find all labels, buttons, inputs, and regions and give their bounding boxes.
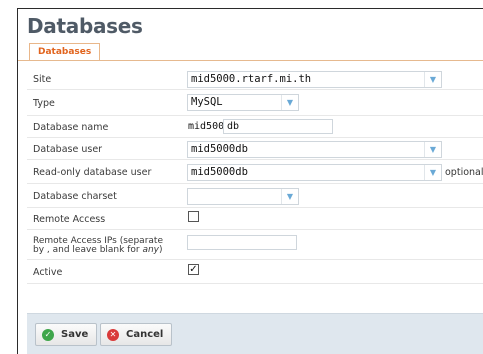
remote-ips-label: Remote Access IPs (separate by , and lea… <box>33 237 163 255</box>
remote-ips-label-line2: by , and leave blank for any) <box>33 246 163 255</box>
chevron-down-icon[interactable]: ▼ <box>281 189 298 204</box>
database-name-label: Database name <box>33 122 109 133</box>
remote-access-label: Remote Access <box>33 214 106 225</box>
save-button[interactable]: ✓ Save <box>35 323 98 346</box>
cancel-icon: ✕ <box>107 329 119 341</box>
form-row-database-user: Database user mid5000db ▼ <box>27 138 483 160</box>
form-row-type: Type MySQL ▼ <box>27 90 483 116</box>
remote-access-checkbox[interactable] <box>188 211 199 222</box>
save-button-label: Save <box>61 329 89 340</box>
database-user-label: Database user <box>33 144 103 155</box>
form-row-active: Active ✓ <box>27 260 483 284</box>
form-footer: ✓ Save ✕ Cancel <box>27 313 483 354</box>
active-checkbox[interactable]: ✓ <box>188 264 199 275</box>
readonly-user-value: mid5000db <box>191 166 248 178</box>
active-label: Active <box>33 267 63 278</box>
tab-underline <box>18 60 483 61</box>
form-row-remote-access: Remote Access <box>27 208 483 230</box>
site-label: Site <box>33 74 52 85</box>
readonly-user-label: Read-only database user <box>33 167 152 178</box>
chevron-down-icon[interactable]: ▼ <box>424 165 441 180</box>
form-row-database-name: Database name mid5000 db <box>27 116 483 138</box>
chevron-down-icon[interactable]: ▼ <box>424 142 441 157</box>
readonly-user-select[interactable]: mid5000db ▼ <box>187 164 442 181</box>
charset-label: Database charset <box>33 191 117 202</box>
remote-ips-input[interactable] <box>187 235 297 250</box>
database-user-value: mid5000db <box>191 143 248 155</box>
type-label: Type <box>33 98 55 109</box>
form-row-remote-ips: Remote Access IPs (separate by , and lea… <box>27 230 483 260</box>
site-value: mid5000.rtarf.mi.th <box>191 73 312 85</box>
remote-ips-label-close: ) <box>158 245 163 255</box>
form-row-charset: Database charset ▼ <box>27 184 483 208</box>
type-value: MySQL <box>191 96 223 108</box>
database-name-input[interactable]: db <box>223 119 333 134</box>
chevron-down-icon[interactable]: ▼ <box>281 95 298 110</box>
site-select[interactable]: mid5000.rtarf.mi.th ▼ <box>187 71 442 88</box>
check-icon: ✓ <box>42 329 54 341</box>
database-user-select[interactable]: mid5000db ▼ <box>187 141 442 158</box>
type-select[interactable]: MySQL ▼ <box>187 94 299 111</box>
remote-ips-label-text: by , and leave blank for <box>33 245 143 255</box>
form-row-site: Site mid5000.rtarf.mi.th ▼ <box>27 68 483 90</box>
database-name-value: db <box>227 121 240 132</box>
chevron-down-icon[interactable]: ▼ <box>424 72 441 87</box>
remote-ips-label-any: any <box>142 245 159 255</box>
form-row-readonly-user: Read-only database user mid5000db ▼ opti… <box>27 160 483 184</box>
charset-select[interactable]: ▼ <box>187 188 299 205</box>
frame-border-top <box>17 8 483 9</box>
page-title: Databases <box>27 14 143 38</box>
cancel-button[interactable]: ✕ Cancel <box>100 323 173 346</box>
optional-note: optional <box>445 167 483 178</box>
cancel-button-label: Cancel <box>126 329 164 340</box>
tab-databases[interactable]: Databases <box>29 43 101 60</box>
